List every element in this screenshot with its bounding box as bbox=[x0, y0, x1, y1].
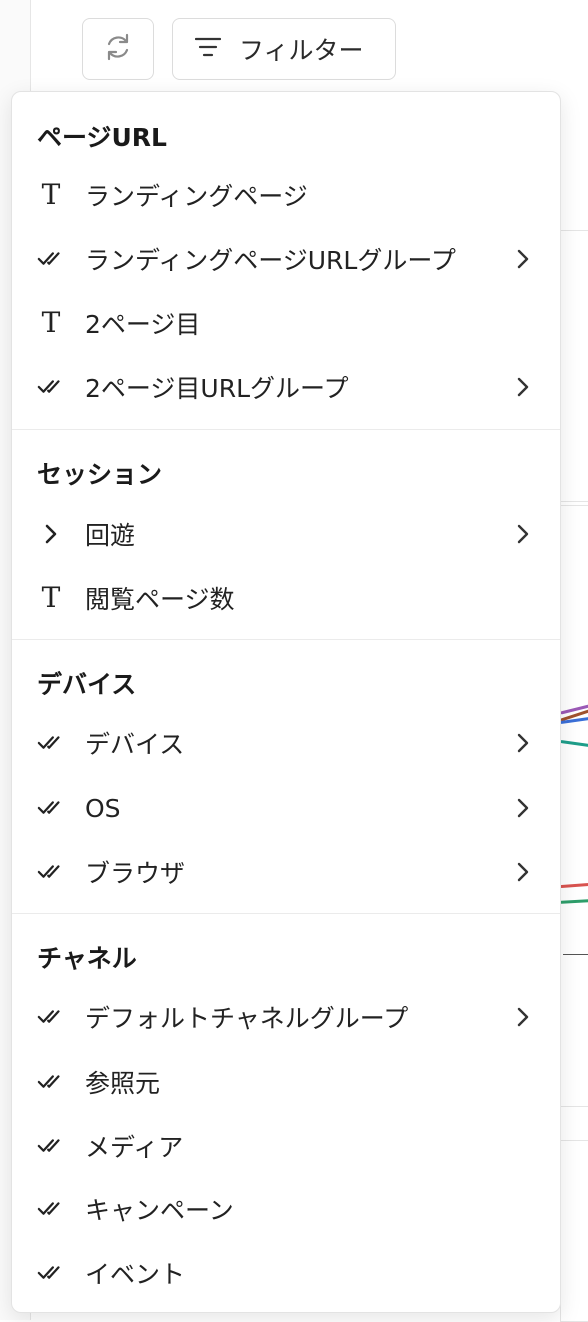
background-card bbox=[560, 230, 588, 502]
refresh-icon bbox=[103, 32, 133, 66]
double-check-icon bbox=[37, 1259, 65, 1287]
double-check-icon bbox=[37, 1195, 65, 1223]
menu-item[interactable]: キャンペーン bbox=[12, 1180, 560, 1238]
menu-item-label: ランディングページURLグループ bbox=[85, 246, 456, 275]
section-title: セッション bbox=[37, 460, 163, 489]
submenu-chevron-icon[interactable] bbox=[510, 246, 536, 272]
toolbar: フィルター bbox=[82, 18, 396, 80]
menu-item[interactable]: T 閲覧ページ数 bbox=[12, 569, 560, 627]
menu-item-label: 2ページ目URLグループ bbox=[85, 374, 349, 403]
menu-item-label: メディア bbox=[85, 1133, 184, 1162]
menu-item[interactable]: OS bbox=[12, 779, 560, 837]
menu-item[interactable]: 回遊 bbox=[12, 505, 560, 563]
menu-item[interactable]: 参照元 bbox=[12, 1053, 560, 1111]
filter-icon bbox=[194, 35, 222, 64]
menu-item[interactable]: ランディングページURLグループ bbox=[12, 230, 560, 288]
section-title: デバイス bbox=[37, 670, 137, 699]
double-check-icon bbox=[37, 1068, 65, 1096]
double-check-icon bbox=[37, 245, 65, 273]
filter-button[interactable]: フィルター bbox=[172, 18, 396, 80]
menu-item-label: ランディングページ bbox=[85, 182, 308, 211]
menu-item-label: デフォルトチャネルグループ bbox=[85, 1004, 409, 1033]
section-divider bbox=[12, 429, 560, 430]
section-divider bbox=[12, 639, 560, 640]
double-check-icon bbox=[37, 1003, 65, 1031]
double-check-icon bbox=[37, 794, 65, 822]
text-type-icon: T bbox=[41, 306, 61, 339]
submenu-chevron-icon[interactable] bbox=[510, 1004, 536, 1030]
double-check-icon bbox=[37, 858, 65, 886]
double-check-icon bbox=[37, 1132, 65, 1160]
menu-item[interactable]: イベント bbox=[12, 1244, 560, 1302]
refresh-button[interactable] bbox=[82, 18, 154, 80]
menu-item-label: ブラウザ bbox=[85, 859, 186, 888]
submenu-chevron-icon[interactable] bbox=[510, 730, 536, 756]
menu-item[interactable]: デフォルトチャネルグループ bbox=[12, 988, 560, 1046]
double-check-icon bbox=[37, 373, 65, 401]
menu-item-label: 回遊 bbox=[85, 521, 136, 550]
menu-item-label: 閲覧ページ数 bbox=[85, 585, 235, 614]
menu-item-label: 参照元 bbox=[85, 1069, 161, 1098]
section-title: チャネル bbox=[37, 944, 137, 973]
chart-axis bbox=[563, 954, 588, 955]
background-chart-card bbox=[560, 505, 588, 1107]
menu-item-label: 2ページ目 bbox=[85, 310, 201, 339]
text-type-icon: T bbox=[41, 581, 61, 614]
section-title: ページURL bbox=[37, 123, 167, 152]
submenu-chevron-icon[interactable] bbox=[510, 859, 536, 885]
section-divider bbox=[12, 913, 560, 914]
background-card bbox=[560, 1140, 588, 1322]
menu-item[interactable]: 2ページ目URLグループ bbox=[12, 358, 560, 416]
menu-item[interactable]: T ランディングページ bbox=[12, 166, 560, 224]
menu-item-label: OS bbox=[85, 793, 121, 823]
text-type-icon: T bbox=[41, 178, 61, 211]
chevron-right-icon bbox=[37, 520, 65, 548]
submenu-chevron-icon[interactable] bbox=[510, 374, 536, 400]
submenu-chevron-icon[interactable] bbox=[510, 521, 536, 547]
menu-item[interactable]: T 2ページ目 bbox=[12, 294, 560, 352]
filter-button-label: フィルター bbox=[239, 36, 364, 65]
filter-dropdown-menu: ページURL T ランディングページランディングページURLグループ T 2ページ目 2ペ… bbox=[11, 91, 561, 1313]
menu-item-label: イベント bbox=[85, 1260, 186, 1289]
menu-item-label: デバイス bbox=[85, 730, 185, 759]
menu-item[interactable]: ブラウザ bbox=[12, 843, 560, 901]
menu-item[interactable]: メディア bbox=[12, 1117, 560, 1175]
menu-item[interactable]: デバイス bbox=[12, 714, 560, 772]
submenu-chevron-icon[interactable] bbox=[510, 795, 536, 821]
double-check-icon bbox=[37, 729, 65, 757]
menu-item-label: キャンペーン bbox=[85, 1196, 234, 1225]
